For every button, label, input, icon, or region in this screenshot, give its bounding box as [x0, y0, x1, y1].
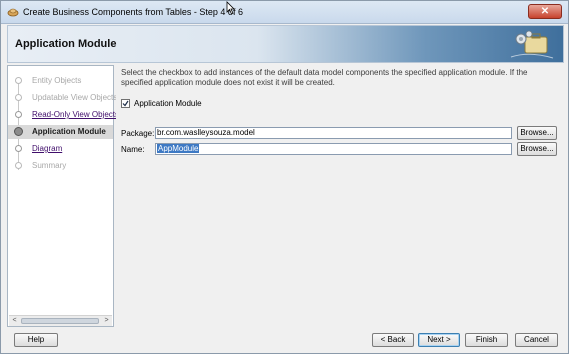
scroll-right-icon[interactable]: > — [102, 316, 111, 326]
step-label: Updatable View Objects — [32, 93, 118, 102]
name-value-selected: AppModule — [157, 144, 200, 153]
step-dot-icon — [15, 77, 22, 84]
cancel-button[interactable]: Cancel — [515, 333, 558, 347]
help-button[interactable]: Help — [14, 333, 58, 347]
button-bar: Help < Back Next > Finish Cancel — [1, 331, 568, 353]
close-button[interactable]: ✕ — [528, 4, 562, 19]
gears-briefcase-icon — [510, 30, 554, 59]
back-button[interactable]: < Back — [372, 333, 414, 347]
wizard-steps-panel: Entity Objects Updatable View Objects Re… — [7, 65, 119, 327]
step-dot-icon — [15, 94, 22, 101]
mouse-cursor-icon — [226, 1, 235, 15]
name-browse-button[interactable]: Browse... — [517, 142, 557, 156]
next-button[interactable]: Next > — [418, 333, 460, 347]
step-current-dot-icon — [14, 127, 23, 136]
step-summary: Summary — [8, 159, 113, 173]
step-read-only-view-objects[interactable]: Read-Only View Objects — [8, 108, 119, 122]
package-input[interactable]: br.com.waslleysouza.model — [155, 127, 512, 139]
step-dot-icon — [15, 145, 22, 152]
application-module-checkbox[interactable] — [121, 99, 130, 108]
window-title: Create Business Components from Tables -… — [23, 7, 243, 17]
step-label[interactable]: Read-Only View Objects — [32, 110, 119, 119]
step-updatable-view-objects: Updatable View Objects — [8, 91, 117, 105]
step-label: Summary — [32, 161, 67, 170]
app-icon — [7, 8, 19, 17]
close-icon: ✕ — [540, 6, 550, 17]
scrollbar-thumb[interactable] — [21, 318, 99, 324]
step-diagram[interactable]: Diagram — [8, 142, 113, 156]
page-title: Application Module — [15, 38, 117, 50]
package-value: br.com.waslleysouza.model — [157, 128, 255, 137]
package-browse-button[interactable]: Browse... — [517, 126, 557, 140]
application-module-checkbox-label[interactable]: Application Module — [134, 99, 202, 108]
step-content: Select the checkbox to add instances of … — [116, 65, 564, 327]
step-label: Application Module — [32, 127, 106, 136]
step-description: Select the checkbox to add instances of … — [121, 68, 528, 87]
finish-button[interactable]: Finish — [465, 333, 508, 347]
name-label: Name: — [121, 145, 145, 154]
step-label[interactable]: Diagram — [32, 144, 62, 153]
steps-horizontal-scrollbar[interactable]: < > — [9, 315, 112, 326]
step-application-module[interactable]: Application Module — [8, 125, 113, 139]
step-label: Entity Objects — [32, 76, 82, 85]
package-label: Package: — [121, 129, 155, 138]
checkmark-icon — [122, 100, 129, 107]
page-header: Application Module — [7, 25, 564, 63]
wizard-window: Create Business Components from Tables -… — [0, 0, 569, 354]
scroll-left-icon[interactable]: < — [10, 316, 19, 326]
step-entity-objects: Entity Objects — [8, 74, 113, 88]
title-bar: Create Business Components from Tables -… — [1, 1, 568, 24]
name-input[interactable]: AppModule — [155, 143, 512, 155]
step-dot-icon — [15, 162, 22, 169]
step-dot-icon — [15, 111, 22, 118]
